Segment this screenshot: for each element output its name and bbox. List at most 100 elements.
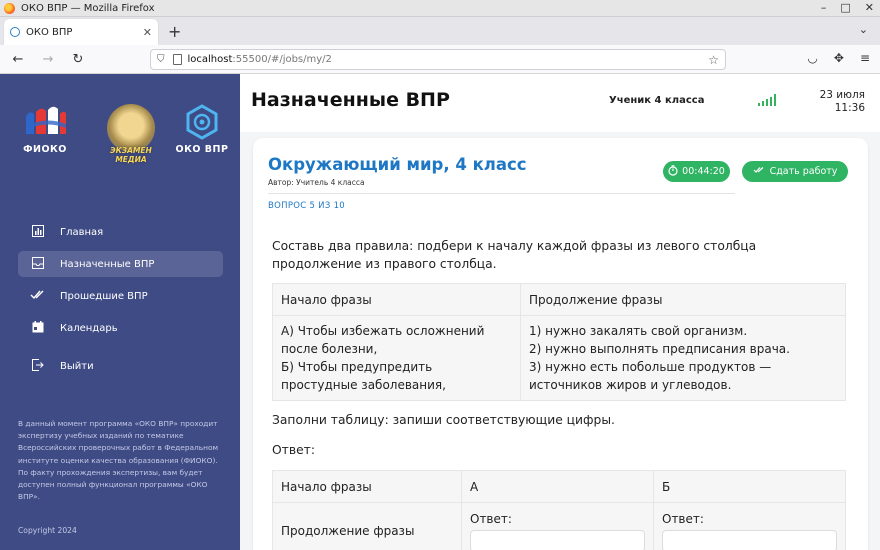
close-window-button[interactable]: ✕ — [865, 1, 874, 14]
ekzamen-media-logo: ЭКЗАМЕН МЕДИА — [102, 104, 160, 164]
logout-icon — [30, 358, 46, 374]
url-bar[interactable]: ⛉ localhost :55500/#/jobs/my/2 ☆ — [150, 49, 726, 70]
bookmark-star-icon[interactable]: ☆ — [708, 53, 719, 67]
window-titlebar: ОКО ВПР — Mozilla Firefox – □ ✕ — [0, 0, 880, 17]
sidebar-item-home[interactable]: Главная — [18, 219, 223, 245]
sidebar: ФИОКО ЭКЗАМЕН МЕДИА ОКО ВПР Главная Назн… — [0, 74, 240, 550]
forward-button[interactable]: → — [36, 52, 60, 67]
table-header-start: Начало фразы — [272, 283, 521, 316]
sidebar-item-assigned[interactable]: Назначенные ВПР — [18, 251, 223, 277]
sidebar-item-label: Выйти — [60, 360, 94, 372]
ekzamen-media-logo-line2: МЕДИА — [115, 155, 147, 164]
table-header-row: Начало фразы А Б — [272, 470, 846, 503]
test-subject: Окружающий мир, 4 класс — [268, 155, 527, 174]
time: 11:36 — [834, 101, 865, 114]
minimize-button[interactable]: – — [821, 1, 827, 14]
logo-row: ФИОКО ЭКЗАМЕН МЕДИА ОКО ВПР — [16, 104, 228, 166]
sidebar-item-label: Прошедшие ВПР — [60, 290, 148, 302]
page-title: Назначенные ВПР — [251, 89, 450, 111]
instruction-text: Заполни таблицу: запиши соответствующие … — [272, 413, 615, 427]
answer-cell-label: Ответ: — [662, 511, 704, 526]
phrase-continuations: 1) нужно закалять свой организм. 2) нужн… — [520, 315, 846, 401]
divider — [268, 193, 735, 194]
sidebar-menu: Главная Назначенные ВПР Прошедшие ВПР Ка… — [18, 219, 223, 385]
inbox-icon — [30, 256, 46, 272]
matching-table: Начало фразы Продолжение фразы А) Чтобы … — [272, 283, 846, 401]
fioko-logo-icon — [22, 104, 68, 140]
submit-button-label: Сдать работу — [769, 166, 838, 177]
phrase-start-b: Б) Чтобы предупредить простудные заболев… — [281, 360, 446, 392]
table-header-row: Начало фразы Продолжение фразы — [272, 283, 846, 316]
sidebar-item-calendar[interactable]: Календарь — [18, 315, 223, 341]
pocket-icon[interactable]: ◡ — [807, 51, 817, 65]
ekzamen-media-logo-line1: ЭКЗАМЕН — [110, 146, 152, 155]
submit-button[interactable]: Сдать работу — [742, 161, 848, 182]
maximize-button[interactable]: □ — [840, 1, 850, 14]
url-path: :55500/#/jobs/my/2 — [232, 54, 332, 65]
sidebar-item-label: Назначенные ВПР — [60, 258, 155, 270]
oko-vpr-logo-icon — [185, 104, 219, 140]
answer-input-b[interactable] — [662, 529, 837, 550]
oko-vpr-logo: ОКО ВПР — [174, 104, 230, 155]
sidebar-item-logout[interactable]: Выйти — [18, 353, 223, 379]
fioko-logo-text: ФИОКО — [23, 144, 67, 155]
expertise-note: В данный момент программа «ОКО ВПР» прох… — [18, 419, 219, 502]
answer-table: Начало фразы А Б Продолжение фразы Ответ… — [272, 470, 846, 550]
reload-button[interactable]: ↻ — [66, 52, 90, 67]
oko-vpr-logo-text: ОКО ВПР — [175, 144, 229, 155]
window-title: ОКО ВПР — Mozilla Firefox — [21, 2, 155, 14]
app: ФИОКО ЭКЗАМЕН МЕДИА ОКО ВПР Главная Назн… — [0, 74, 880, 550]
sidebar-item-label: Календарь — [60, 322, 118, 334]
calendar-icon — [30, 320, 46, 336]
double-check-icon — [30, 290, 46, 303]
continuation-2: 2) нужно выполнять предписания врача. — [529, 342, 790, 356]
chart-icon — [30, 224, 46, 240]
page-icon — [172, 54, 182, 65]
copyright: Copyright 2024 — [18, 526, 77, 535]
test-card: Окружающий мир, 4 класс Автор: Учитель 4… — [253, 138, 868, 550]
url-host: localhost — [187, 54, 233, 65]
tab-strip: ОКО ВПР ✕ + ⌄ — [0, 17, 880, 45]
window-controls: – □ ✕ — [821, 1, 874, 14]
browser-tab[interactable]: ОКО ВПР ✕ — [4, 19, 158, 45]
date: 23 июля — [819, 89, 865, 101]
answer-label: Ответ: — [272, 443, 315, 457]
back-button[interactable]: ← — [6, 52, 30, 67]
double-check-icon — [753, 166, 765, 177]
answer-cell-label: Ответ: — [470, 511, 512, 526]
test-author: Автор: Учитель 4 класса — [268, 178, 365, 187]
continuation-1: 1) нужно закалять свой организм. — [529, 324, 748, 338]
main-content: Назначенные ВПР Ученик 4 класса 23 июля … — [240, 74, 880, 550]
close-tab-icon[interactable]: ✕ — [143, 26, 152, 39]
answer-header-a: А — [461, 470, 654, 503]
sidebar-item-past[interactable]: Прошедшие ВПР — [18, 283, 223, 309]
answer-input-a[interactable] — [470, 529, 645, 550]
date-time: 23 июля 11:36 — [820, 89, 865, 114]
answer-header-b: Б — [653, 470, 846, 503]
list-tabs-icon[interactable]: ⌄ — [859, 23, 868, 36]
answer-row-label: Продолжение фразы — [272, 502, 462, 550]
menu-icon[interactable]: ≡ — [860, 51, 870, 65]
extensions-icon[interactable]: ✥ — [834, 51, 844, 65]
question-progress: ВОПРОС 5 ИЗ 10 — [268, 201, 346, 211]
firefox-icon — [4, 2, 15, 14]
timer-value: 00:44:20 — [682, 166, 725, 177]
table-row: Продолжение фразы Ответ: Ответ: — [272, 502, 846, 550]
table-row: А) Чтобы избежать осложнений после болез… — [272, 315, 846, 401]
ekzamen-media-logo-icon — [107, 104, 155, 152]
page-header: Назначенные ВПР Ученик 4 класса 23 июля … — [240, 74, 880, 132]
toolbar-right: ◡ ✥ ≡ — [807, 51, 870, 65]
tab-label: ОКО ВПР — [26, 26, 73, 38]
continuation-3: 3) нужно есть побольше продуктов — источ… — [529, 360, 772, 392]
answer-cell-b: Ответ: — [653, 502, 846, 550]
table-header-continuation: Продолжение фразы — [520, 283, 846, 316]
site-favicon-icon — [10, 27, 20, 37]
phrase-starts: А) Чтобы избежать осложнений после болез… — [272, 315, 521, 401]
signal-icon — [758, 94, 776, 106]
user-label: Ученик 4 класса — [609, 95, 705, 106]
sidebar-item-label: Главная — [60, 226, 104, 238]
shield-icon[interactable]: ⛉ — [157, 54, 165, 65]
new-tab-button[interactable]: + — [168, 22, 181, 41]
answer-header-start: Начало фразы — [272, 470, 462, 503]
fioko-logo: ФИОКО — [16, 104, 74, 155]
